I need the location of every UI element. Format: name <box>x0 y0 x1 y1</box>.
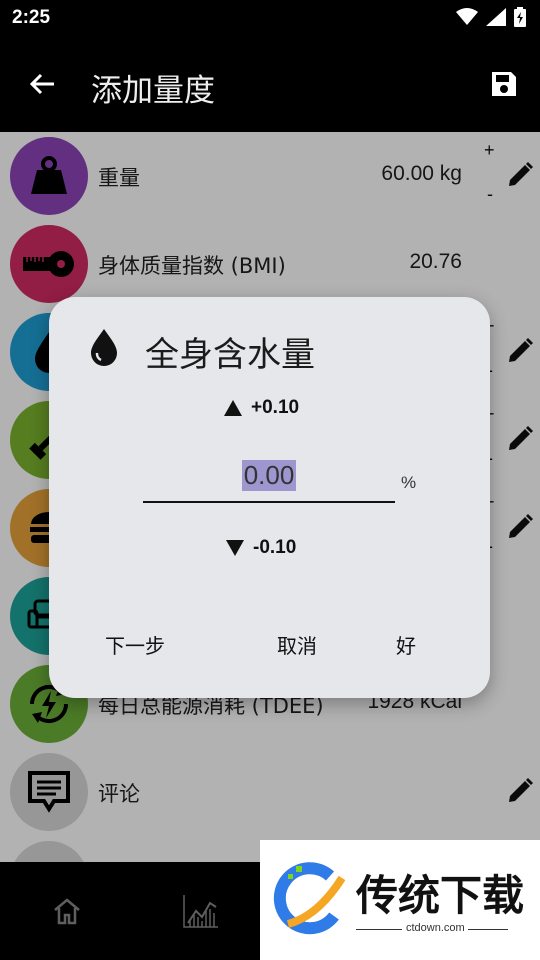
decrement-label: -0.10 <box>253 537 297 558</box>
save-icon <box>492 72 516 96</box>
back-button[interactable] <box>22 66 62 102</box>
triangle-down-icon <box>226 540 244 556</box>
value-input[interactable]: 0.00 <box>143 457 395 503</box>
status-time: 2:25 <box>12 7 51 28</box>
battery-charging-icon <box>514 7 526 27</box>
save-button[interactable] <box>486 66 522 102</box>
cancel-button[interactable]: 取消 <box>277 630 317 659</box>
decrement-button[interactable]: -0.10 <box>225 537 296 559</box>
dialog-title: 全身含水量 <box>145 335 315 375</box>
triangle-up-icon <box>224 400 242 416</box>
unit-label: % <box>401 473 417 492</box>
arrow-left-icon <box>29 73 54 95</box>
ok-button[interactable]: 好 <box>396 630 416 659</box>
measurement-dialog: 全身含水量 +0.10 0.00 % -0.10 下一步 取消 好 <box>49 297 490 698</box>
wifi-icon <box>456 8 478 25</box>
next-button[interactable]: 下一步 <box>105 630 165 659</box>
increment-label: +0.10 <box>251 397 300 418</box>
watermark-underline <box>356 929 402 930</box>
signal-icon <box>486 8 506 26</box>
watermark-logo-icon <box>273 862 346 935</box>
status-icons <box>456 7 526 27</box>
watermark-underline <box>468 929 508 930</box>
watermark-text: 传统下载 <box>356 871 525 920</box>
page-title: 添加量度 <box>91 73 215 109</box>
status-bar: 2:25 <box>0 0 540 36</box>
app-bar: 添加量度 <box>0 36 540 132</box>
watermark-subtext: ctdown.com <box>406 922 465 934</box>
value-text: 0.00 <box>241 460 297 491</box>
watermark: 传统下载 ctdown.com <box>260 840 540 960</box>
increment-button[interactable]: +0.10 <box>223 397 299 419</box>
water-drop-icon <box>91 329 117 366</box>
